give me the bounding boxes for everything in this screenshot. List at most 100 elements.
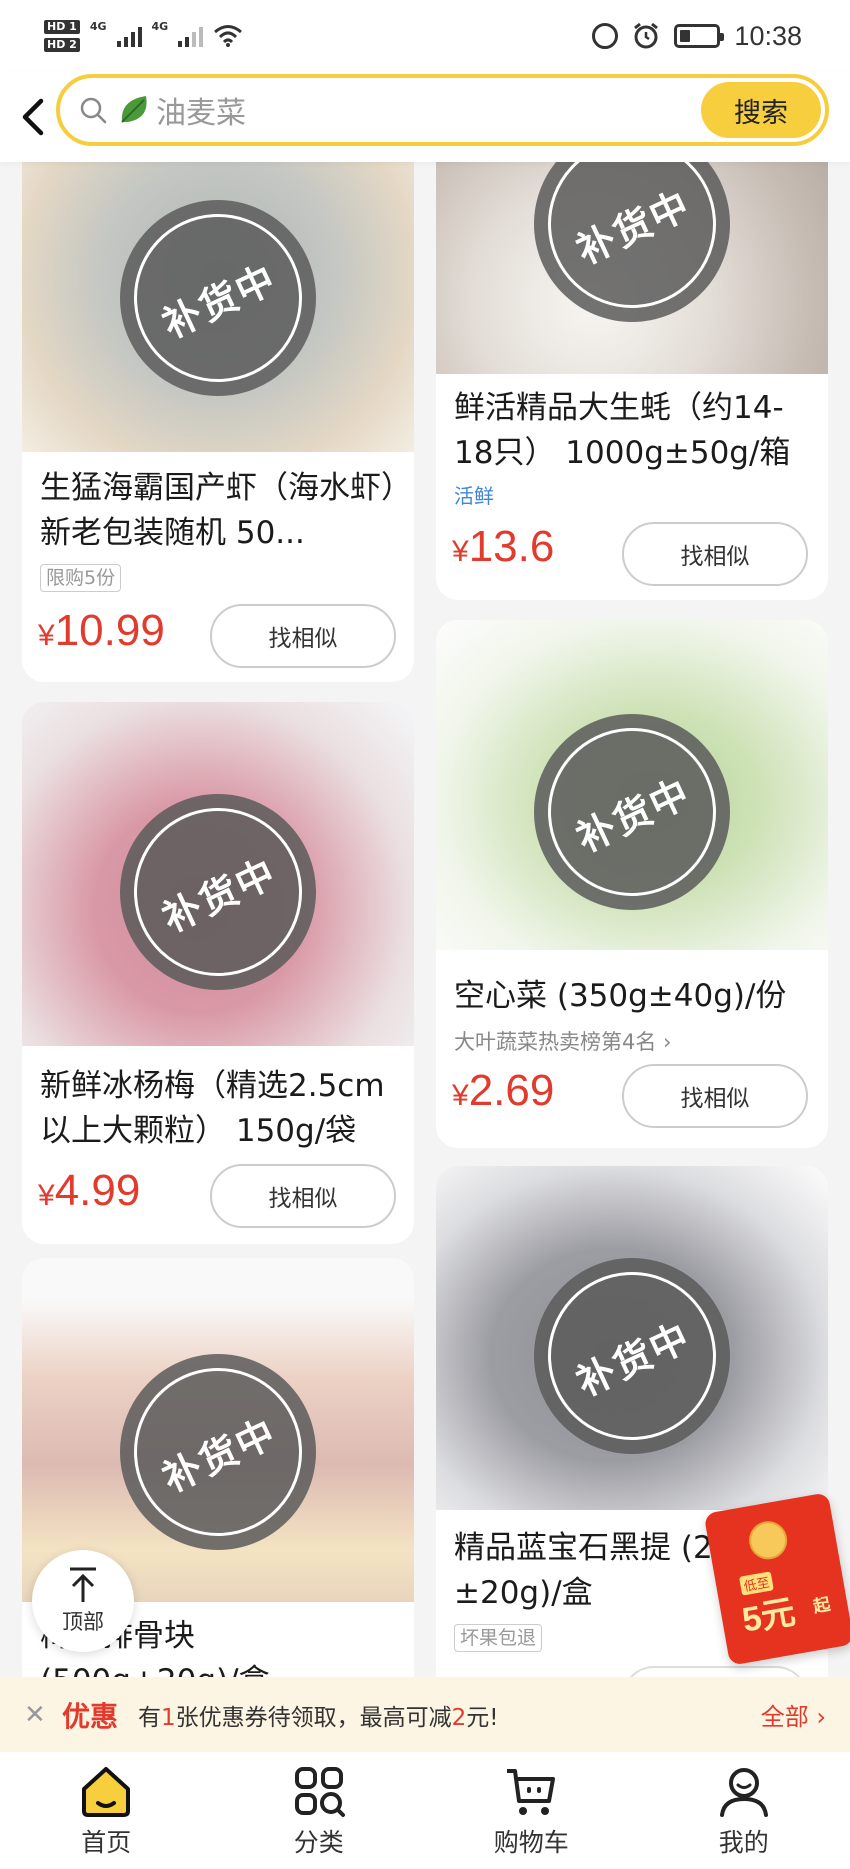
restocking-label: 补货中 (569, 769, 698, 861)
nav-label-profile: 我的 (718, 1827, 769, 1857)
nav-label-category: 分类 (293, 1827, 344, 1857)
coupon-amount: 2 (451, 1704, 467, 1731)
restocking-badge: 补货中 (106, 780, 330, 1004)
product-card[interactable]: 补货中 生猛海霸国产虾（海水虾）新老包装随机 50... 限购5份 ¥10.99… (22, 162, 414, 682)
red-packet-icon (703, 1492, 850, 1666)
product-title[interactable]: 空心菜 (350g±40g)/份 (454, 974, 814, 1019)
status-left: HD 1 HD 2 4G 4G (44, 20, 243, 52)
find-similar-button[interactable]: 找相似 (210, 1164, 396, 1228)
nav-label-cart: 购物车 (493, 1827, 569, 1857)
status-bar: HD 1 HD 2 4G 4G 10:38 (0, 0, 850, 72)
coupon-title: 优惠 (62, 1699, 119, 1733)
product-title[interactable]: 生猛海霸国产虾（海水虾）新老包装随机 50... (40, 466, 400, 556)
product-price: ¥13.6 (452, 522, 554, 572)
coupon-bar[interactable]: ✕ 优惠 有1张优惠券待领取，最高可减2元! 全部 › (0, 1677, 850, 1752)
category-icon (294, 1766, 345, 1817)
product-title[interactable]: 新鲜冰杨梅（精选2.5cm以上大颗粒） 150g/袋 (40, 1064, 400, 1154)
product-image: 补货中 (22, 702, 414, 1046)
leaf-icon (121, 96, 147, 123)
data-saver-icon (592, 23, 619, 49)
restocking-badge: 补货中 (106, 1340, 330, 1564)
network-label-1: 4G (89, 20, 107, 33)
coupon-msg-mid: 张优惠券待领取，最高可减 (175, 1704, 452, 1731)
packet-amount: 5元 (739, 1593, 799, 1640)
restocking-label: 补货中 (569, 181, 698, 273)
battery-icon (674, 24, 725, 48)
hd-indicators: HD 1 HD 2 (44, 20, 80, 52)
clock: 10:38 (734, 20, 802, 51)
search-box[interactable]: 油麦菜 搜索 (56, 74, 829, 146)
product-title[interactable]: 鲜活精品大生蚝（约14-18只） 1000g±50g/箱 (454, 386, 814, 476)
product-price: ¥2.69 (452, 1066, 554, 1116)
price-symbol: ¥ (38, 619, 55, 652)
product-grid: 补货中 生猛海霸国产虾（海水虾）新老包装随机 50... 限购5份 ¥10.99… (0, 162, 850, 1677)
signal-icon (116, 25, 142, 47)
alarm-icon (634, 22, 659, 49)
ranking-link[interactable]: 大叶蔬菜热卖榜第4名 › (454, 1026, 671, 1056)
price-value: 2.69 (468, 1066, 555, 1115)
price-value: 10.99 (54, 606, 165, 655)
nav-item-home[interactable]: 首页 (0, 1752, 213, 1869)
coupon-view-all-link[interactable]: 全部 › (761, 1697, 826, 1732)
back-to-top-label: 顶部 (62, 1610, 104, 1634)
coupon-count: 1 (161, 1704, 176, 1731)
status-right: 10:38 (592, 21, 802, 52)
nav-item-category[interactable]: 分类 (213, 1752, 426, 1869)
home-icon (82, 1766, 131, 1817)
back-button[interactable] (6, 82, 60, 152)
product-price: ¥4.99 (38, 1166, 140, 1216)
back-arrow-icon (22, 98, 44, 136)
network-label-2: 4G (151, 20, 169, 33)
restocking-badge: 补货中 (520, 700, 744, 924)
coupon-msg-prefix: 有 (138, 1704, 162, 1731)
product-price: ¥10.99 (38, 606, 165, 656)
price-symbol: ¥ (452, 535, 469, 568)
fresh-tag: 活鲜 (454, 484, 494, 508)
search-button[interactable]: 搜索 (701, 82, 821, 138)
product-image: 补货中 (436, 1166, 828, 1510)
signal-icon-2 (178, 25, 204, 47)
product-image: 补货中 (436, 162, 828, 374)
product-card[interactable]: 补货中 空心菜 (350g±40g)/份 大叶蔬菜热卖榜第4名 › ¥2.69 … (436, 620, 828, 1148)
product-image: 补货中 (436, 620, 828, 950)
price-value: 13.6 (468, 522, 555, 571)
back-to-top-button[interactable]: 顶部 (32, 1550, 134, 1652)
coupon-msg-suffix: 元! (466, 1704, 499, 1731)
bottom-nav: 首页 分类 购物车 我的 (0, 1752, 850, 1869)
purchase-limit-tag: 限购5份 (40, 564, 122, 592)
find-similar-button[interactable]: 找相似 (622, 1064, 808, 1128)
nav-item-profile[interactable]: 我的 (638, 1752, 850, 1869)
ranking-label: 大叶蔬菜热卖榜第4名 (454, 1030, 657, 1054)
product-image: 补货中 (22, 162, 414, 452)
nav-label-home: 首页 (81, 1827, 132, 1857)
hd1-badge: HD 1 (44, 20, 80, 34)
bad-fruit-refund-tag: 坏果包退 (454, 1624, 543, 1652)
close-icon[interactable]: ✕ (24, 1700, 48, 1730)
cart-icon (507, 1768, 556, 1815)
find-similar-button[interactable]: 找相似 (622, 522, 808, 586)
restocking-badge: 补货中 (520, 1244, 744, 1468)
restocking-label: 补货中 (155, 255, 284, 347)
coupon-message: 有1张优惠券待领取，最高可减2元! (138, 1698, 499, 1732)
profile-icon (719, 1767, 768, 1817)
restocking-label: 补货中 (569, 1313, 698, 1405)
nav-item-cart[interactable]: 购物车 (425, 1752, 638, 1869)
red-packet-promo[interactable]: 低至 5元 起 (703, 1492, 850, 1666)
restocking-label: 补货中 (155, 1409, 284, 1501)
find-similar-button[interactable]: 找相似 (210, 604, 396, 668)
restocking-label: 补货中 (155, 849, 284, 941)
price-symbol: ¥ (38, 1179, 55, 1212)
search-icon (80, 97, 107, 124)
price-value: 4.99 (54, 1166, 141, 1215)
product-card[interactable]: 补货中 新鲜冰杨梅（精选2.5cm以上大颗粒） 150g/袋 ¥4.99 找相似 (22, 702, 414, 1244)
product-title[interactable]: 精品蓝宝石黑提 (2...±20g)/盒 (454, 1526, 748, 1616)
search-header: 油麦菜 搜索 (0, 72, 850, 162)
hd2-badge: HD 2 (44, 38, 80, 52)
search-input[interactable]: 油麦菜 (156, 88, 246, 132)
wifi-icon (214, 25, 243, 47)
find-similar-button[interactable] (622, 1666, 808, 1677)
product-card[interactable]: 补货中 鲜活精品大生蚝（约14-18只） 1000g±50g/箱 活鲜 ¥13.… (436, 162, 828, 600)
restocking-badge: 补货中 (106, 186, 330, 410)
arrow-up-icon (70, 1567, 96, 1602)
price-symbol: ¥ (452, 1079, 469, 1112)
